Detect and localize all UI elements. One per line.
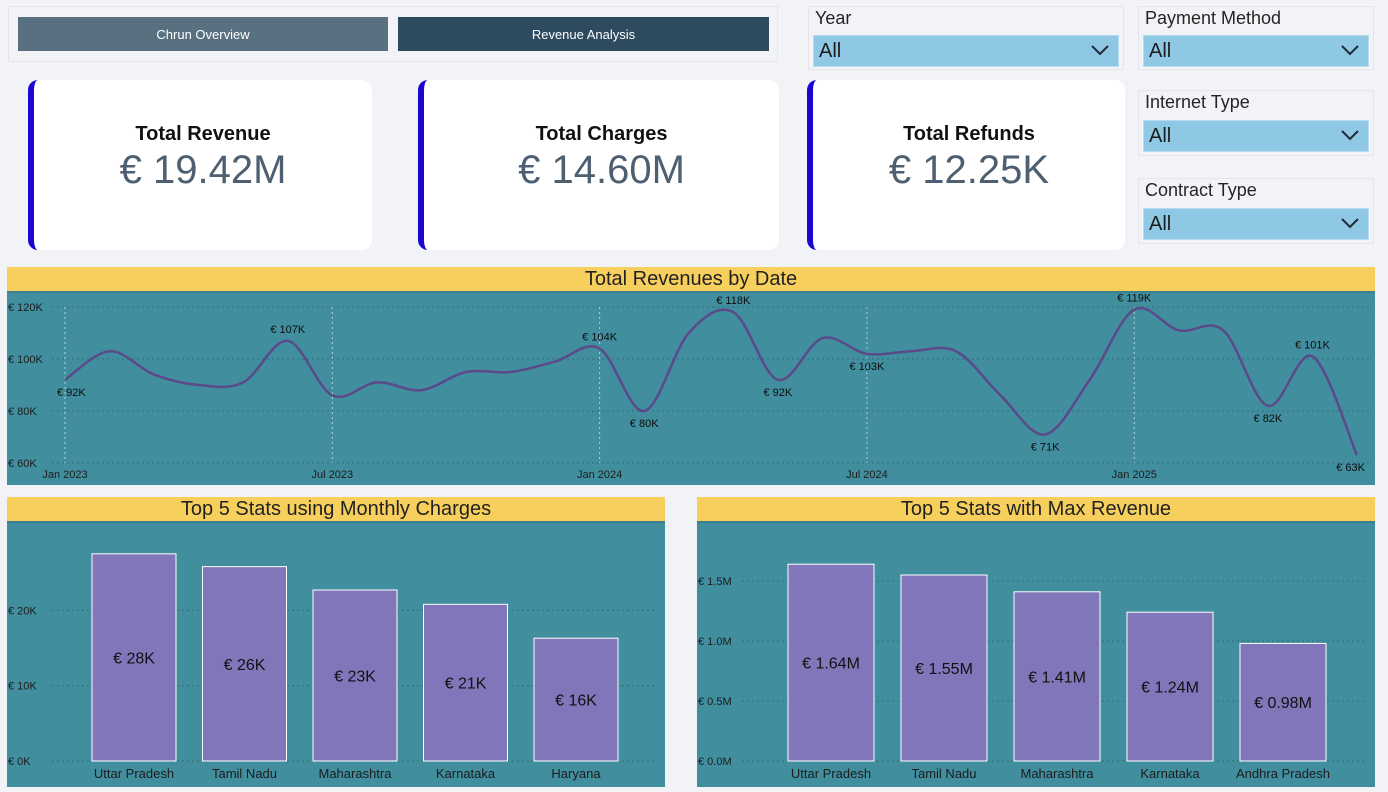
- revenue-analysis-button[interactable]: Revenue Analysis: [398, 17, 769, 51]
- chevron-down-icon: [1341, 218, 1359, 229]
- data-label: € 63K: [1336, 462, 1365, 474]
- chart-title: Total Revenues by Date: [7, 267, 1375, 293]
- x-tick-label: Jul 2024: [846, 469, 888, 481]
- monthly-charges-chart: Top 5 Stats using Monthly Charges € 0K € …: [7, 497, 665, 787]
- bar-value-label: € 26K: [224, 657, 266, 674]
- data-label: € 107K: [270, 324, 306, 336]
- x-tick-label: Jan 2024: [577, 469, 622, 481]
- x-category-label: Maharashtra: [319, 766, 393, 781]
- slicer-label: Internet Type: [1145, 92, 1250, 112]
- y-tick-label: € 10K: [8, 681, 37, 693]
- bar-chart-plot[interactable]: € 0K € 10K € 20K € 28K Uttar Pradesh € 26K Tam…: [7, 523, 665, 787]
- bar-value-label: € 1.41M: [1028, 669, 1086, 686]
- payment-method-dropdown[interactable]: All: [1143, 35, 1369, 67]
- bar-value-label: € 0.98M: [1254, 695, 1312, 712]
- y-tick-label: € 100K: [8, 354, 44, 366]
- data-label: € 92K: [763, 387, 792, 399]
- line-chart-plot[interactable]: € 60K € 80K € 100K € 120K Jan 2023 Jul 2023 Ja…: [7, 293, 1375, 485]
- x-category-label: Karnataka: [436, 766, 496, 781]
- data-label: € 80K: [630, 418, 659, 430]
- bar-value-label: € 23K: [334, 668, 376, 685]
- data-label: € 82K: [1254, 413, 1283, 425]
- x-category-label: Tamil Nadu: [212, 766, 277, 781]
- y-tick-label: € 120K: [8, 302, 44, 314]
- data-label: € 92K: [57, 387, 86, 399]
- chart-title: Top 5 Stats with Max Revenue: [697, 497, 1375, 523]
- dropdown-value: All: [1149, 39, 1172, 62]
- bar-value-label: € 1.64M: [802, 656, 860, 673]
- internet-type-dropdown[interactable]: All: [1143, 120, 1369, 152]
- payment-method-slicer: Payment Method All: [1138, 6, 1374, 70]
- bar-chart-plot[interactable]: € 0.0M € 0.5M € 1.0M € 1.5M € 1.64M Uttar Pra…: [697, 523, 1375, 787]
- y-tick-label: € 0K: [8, 756, 31, 768]
- kpi-card-total-refunds: Total Refunds € 12.25K: [807, 80, 1125, 250]
- dropdown-value: All: [819, 39, 842, 62]
- kpi-card-total-charges: Total Charges € 14.60M: [418, 80, 779, 250]
- contract-type-slicer: Contract Type All: [1138, 178, 1374, 244]
- data-label: € 101K: [1295, 339, 1331, 351]
- x-tick-label: Jan 2025: [1112, 469, 1157, 481]
- contract-type-dropdown[interactable]: All: [1143, 208, 1369, 240]
- data-label: € 71K: [1031, 441, 1060, 453]
- y-tick-label: € 80K: [8, 406, 37, 418]
- internet-type-slicer: Internet Type All: [1138, 90, 1374, 156]
- data-label: € 104K: [582, 332, 618, 344]
- x-category-label: Andhra Pradesh: [1236, 766, 1330, 781]
- data-label: € 119K: [1117, 293, 1152, 305]
- churn-overview-button[interactable]: Chrun Overview: [18, 17, 388, 51]
- bar-value-label: € 1.24M: [1141, 680, 1199, 697]
- revenue-series-line: [64, 306, 1359, 456]
- bar-value-label: € 16K: [555, 693, 597, 710]
- slicer-label: Payment Method: [1145, 8, 1282, 28]
- chevron-down-icon: [1341, 45, 1359, 56]
- kpi-card-total-revenue: Total Revenue € 19.42M: [28, 80, 372, 250]
- revenue-by-date-chart: Total Revenues by Date € 60K € 80K € 100K €…: [7, 267, 1375, 485]
- slicer-label: Contract Type: [1145, 180, 1257, 200]
- dropdown-value: All: [1149, 212, 1172, 235]
- y-tick-label: € 1.0M: [698, 636, 732, 648]
- x-category-label: Tamil Nadu: [911, 766, 976, 781]
- chevron-down-icon: [1341, 130, 1359, 141]
- y-tick-label: € 1.5M: [698, 576, 732, 588]
- bar-value-label: € 1.55M: [915, 661, 973, 678]
- data-label: € 103K: [849, 361, 885, 373]
- max-revenue-chart: Top 5 Stats with Max Revenue € 0.0M € 0.5…: [697, 497, 1375, 787]
- page-nav-panel: Chrun Overview Revenue Analysis: [8, 6, 778, 62]
- chevron-down-icon: [1091, 45, 1109, 56]
- dropdown-value: All: [1149, 124, 1172, 147]
- y-tick-label: € 60K: [8, 458, 37, 470]
- year-slicer: Year All: [808, 6, 1124, 70]
- x-tick-label: Jan 2023: [42, 469, 87, 481]
- slicer-label: Year: [815, 8, 852, 28]
- x-category-label: Uttar Pradesh: [94, 766, 174, 781]
- x-category-label: Karnataka: [1140, 766, 1200, 781]
- bar-value-label: € 28K: [113, 650, 155, 667]
- x-category-label: Haryana: [551, 766, 601, 781]
- data-label: € 118K: [716, 295, 751, 307]
- x-tick-label: Jul 2023: [312, 469, 354, 481]
- x-category-label: Uttar Pradesh: [791, 766, 871, 781]
- kpi-title: Total Revenue: [135, 123, 271, 145]
- kpi-title: Total Refunds: [903, 123, 1035, 145]
- kpi-title: Total Charges: [535, 123, 668, 145]
- kpi-value: € 19.42M: [119, 148, 287, 192]
- bar-value-label: € 21K: [445, 676, 487, 693]
- y-tick-label: € 0.5M: [698, 696, 732, 708]
- y-tick-label: € 0.0M: [698, 756, 732, 768]
- y-tick-label: € 20K: [8, 605, 37, 617]
- chart-title: Top 5 Stats using Monthly Charges: [7, 497, 665, 523]
- year-dropdown[interactable]: All: [813, 35, 1119, 67]
- x-category-label: Maharashtra: [1021, 766, 1095, 781]
- kpi-value: € 14.60M: [518, 148, 685, 192]
- kpi-value: € 12.25K: [888, 148, 1050, 192]
